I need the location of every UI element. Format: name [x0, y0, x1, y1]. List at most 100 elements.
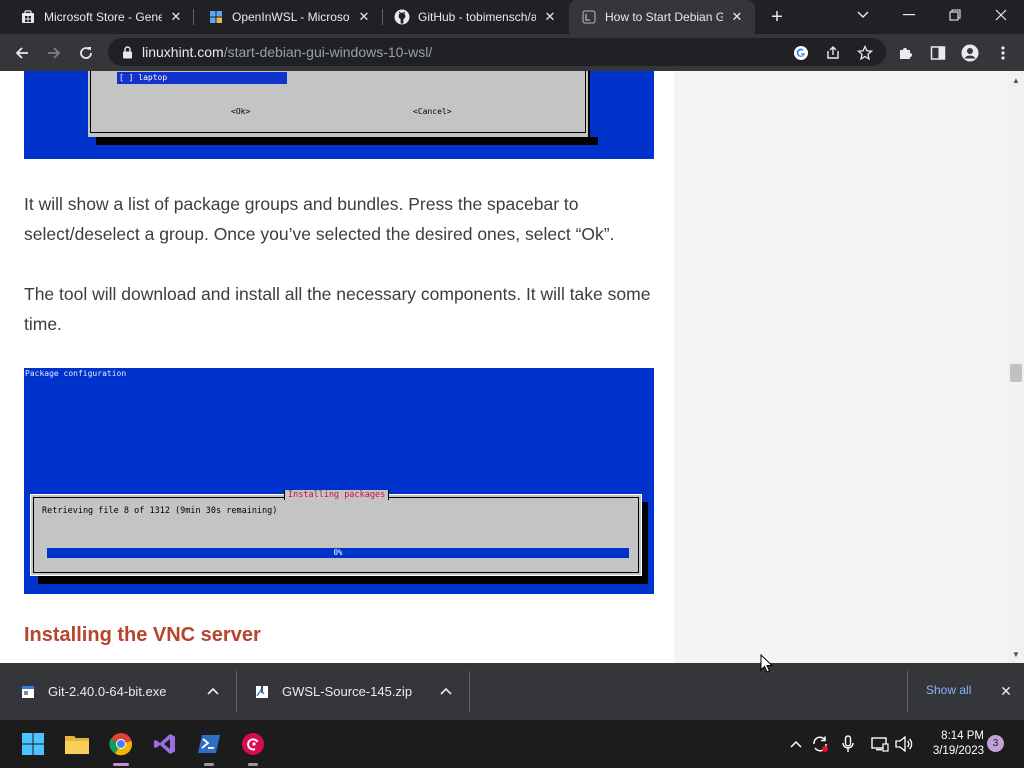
- article-screenshot-package-groups: [ ] laptop <Ok> <Cancel>: [24, 71, 654, 159]
- cancel-button-label: <Cancel>: [413, 107, 452, 116]
- tab-linuxhint[interactable]: How to Start Debian GU ✕: [569, 0, 755, 34]
- ok-button-label: <Ok>: [231, 107, 251, 116]
- download-divider: [469, 671, 470, 712]
- visual-studio-icon[interactable]: [151, 730, 179, 758]
- show-all-downloads-link[interactable]: Show all: [926, 683, 971, 697]
- close-icon[interactable]: ✕: [998, 683, 1014, 699]
- page-viewport: [ ] laptop <Ok> <Cancel> It will show a …: [0, 71, 1024, 663]
- download-shelf: Git-2.40.0-64-bit.exe GWSL-Source-145.zi…: [0, 663, 1024, 720]
- exe-file-icon: [20, 684, 36, 700]
- article-screenshot-installing-packages: Package configuration Installing package…: [24, 368, 654, 594]
- google-icon[interactable]: [792, 44, 810, 62]
- tab-strip: Microsoft Store - Gene ✕ OpenInWSL - Mic…: [0, 0, 1024, 34]
- download-item-git[interactable]: Git-2.40.0-64-bit.exe: [20, 663, 235, 720]
- active-app-indicator: [113, 763, 129, 766]
- url-domain: linuxhint.com: [142, 44, 224, 60]
- volume-icon[interactable]: [894, 734, 914, 754]
- sync-icon[interactable]: [810, 734, 830, 754]
- close-icon[interactable]: ✕: [729, 9, 745, 25]
- tab-search-button[interactable]: [840, 0, 886, 30]
- clock-time: 8:14 PM: [941, 730, 984, 742]
- arrow-right-icon: [48, 47, 61, 59]
- system-clock[interactable]: 8:14 PM 3/19/2023: [918, 729, 984, 759]
- zip-file-icon: [254, 684, 270, 700]
- url-path: /start-debian-gui-windows-10-wsl/: [223, 44, 433, 60]
- installing-title: Installing packages: [284, 490, 390, 500]
- tab-title: Microsoft Store - Gene: [44, 10, 162, 24]
- windows-start-icon[interactable]: [19, 730, 47, 758]
- terminal-dialog: [ ] laptop <Ok> <Cancel>: [88, 71, 590, 137]
- tab-github[interactable]: GitHub - tobimensch/a ✕: [382, 0, 568, 34]
- dialog-border: [ ] laptop <Ok> <Cancel>: [90, 71, 586, 133]
- scroll-down-icon[interactable]: ▼: [1008, 647, 1024, 661]
- powershell-icon[interactable]: [195, 730, 223, 766]
- reload-icon: [80, 47, 92, 59]
- screen: Microsoft Store - Gene ✕ OpenInWSL - Mic…: [0, 0, 1024, 768]
- extensions-puzzle-icon[interactable]: [896, 43, 916, 63]
- arrow-left-icon: [15, 47, 28, 59]
- close-icon[interactable]: ✕: [168, 9, 184, 25]
- tab-title: How to Start Debian GU: [605, 10, 723, 24]
- download-divider: [907, 671, 908, 712]
- profile-avatar-icon[interactable]: [960, 43, 980, 63]
- reload-button[interactable]: [73, 40, 99, 66]
- scrollbar-thumb[interactable]: [1010, 364, 1022, 382]
- chevron-up-icon[interactable]: [438, 683, 454, 699]
- dialog-border: Installing packages Retrieving file 8 of…: [33, 490, 639, 573]
- running-app-indicator: [204, 763, 214, 766]
- debian-icon[interactable]: [239, 730, 267, 766]
- side-panel-icon[interactable]: [928, 43, 948, 63]
- forward-button[interactable]: [41, 40, 67, 66]
- lock-icon[interactable]: [120, 45, 134, 59]
- close-window-button[interactable]: [978, 0, 1024, 30]
- bookmark-star-icon[interactable]: [856, 44, 874, 62]
- share-icon[interactable]: [824, 44, 842, 62]
- section-heading-vnc: Installing the VNC server: [24, 624, 261, 646]
- notification-badge[interactable]: 3: [987, 735, 1004, 752]
- box-shadow: [38, 576, 648, 584]
- paragraph-download-install: The tool will download and install all t…: [24, 284, 651, 334]
- running-app-indicator: [248, 763, 258, 766]
- url-text: linuxhint.com/start-debian-gui-windows-1…: [142, 44, 432, 60]
- close-icon[interactable]: ✕: [356, 9, 372, 25]
- tab-title: OpenInWSL - Microsoft: [232, 10, 350, 24]
- chevron-down-icon: [857, 11, 869, 18]
- chrome-icon[interactable]: [107, 730, 135, 766]
- microphone-icon[interactable]: [838, 734, 858, 754]
- browser-toolbar: linuxhint.com/start-debian-gui-windows-1…: [0, 34, 1024, 71]
- tab-title: GitHub - tobimensch/a: [418, 10, 536, 24]
- address-bar[interactable]: linuxhint.com/start-debian-gui-windows-1…: [108, 38, 886, 66]
- store-icon: [208, 9, 224, 25]
- right-sidebar: [674, 71, 1008, 663]
- minimize-button[interactable]: [886, 0, 932, 30]
- network-icon[interactable]: [870, 734, 890, 754]
- retrieving-message: Retrieving file 8 of 1312 (9min 30s rema…: [42, 506, 278, 516]
- chevron-up-icon[interactable]: [205, 683, 221, 699]
- dialog-shadow: [96, 137, 598, 145]
- download-filename: Git-2.40.0-64-bit.exe: [48, 684, 167, 699]
- tab-microsoft-store[interactable]: Microsoft Store - Gene ✕: [0, 0, 194, 34]
- paragraph-package-groups: It will show a list of package groups an…: [24, 194, 615, 244]
- back-button[interactable]: [9, 40, 35, 66]
- windows-taskbar: 8:14 PM 3/19/2023 3: [0, 720, 1024, 768]
- download-filename: GWSL-Source-145.zip: [282, 684, 413, 699]
- file-explorer-icon[interactable]: [63, 730, 91, 758]
- list-item-laptop: [ ] laptop: [117, 72, 287, 84]
- download-divider: [236, 671, 237, 712]
- box-shadow: [642, 502, 648, 584]
- close-icon[interactable]: ✕: [542, 9, 558, 25]
- installing-dialog: Installing packages Retrieving file 8 of…: [30, 490, 642, 576]
- tab-openinwsl[interactable]: OpenInWSL - Microsoft ✕: [194, 0, 382, 34]
- menu-kebab-icon[interactable]: [993, 43, 1013, 63]
- restore-button[interactable]: [932, 0, 978, 30]
- new-tab-button[interactable]: +: [766, 6, 788, 28]
- package-config-header: Package configuration: [25, 369, 127, 378]
- mouse-cursor-icon: [760, 654, 774, 673]
- page-scrollbar[interactable]: ▲ ▼: [1008, 71, 1024, 663]
- scroll-up-icon[interactable]: ▲: [1008, 73, 1024, 87]
- chevron-up-icon[interactable]: [786, 734, 806, 754]
- download-item-gwsl[interactable]: GWSL-Source-145.zip: [254, 663, 468, 720]
- linuxhint-icon: [581, 9, 597, 25]
- clock-date: 3/19/2023: [932, 745, 984, 757]
- progress-bar: 0%: [47, 548, 629, 558]
